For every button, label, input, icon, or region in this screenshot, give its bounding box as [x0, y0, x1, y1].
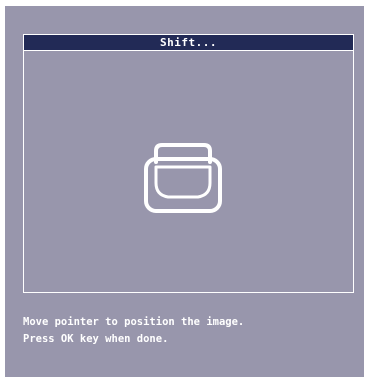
instruction-line-2: Press OK key when done.	[23, 333, 169, 345]
dialog-title: Shift...	[160, 36, 217, 49]
instruction-line-1: Move pointer to position the image.	[23, 316, 245, 328]
image-shift-icon	[144, 143, 222, 213]
shift-dialog-frame: Shift...	[23, 34, 354, 293]
dialog-title-bar: Shift...	[24, 35, 353, 51]
shift-screen: Shift... Move pointer to position the im…	[5, 6, 364, 377]
instructions-text: Move pointer to position the image. Pres…	[23, 314, 244, 348]
